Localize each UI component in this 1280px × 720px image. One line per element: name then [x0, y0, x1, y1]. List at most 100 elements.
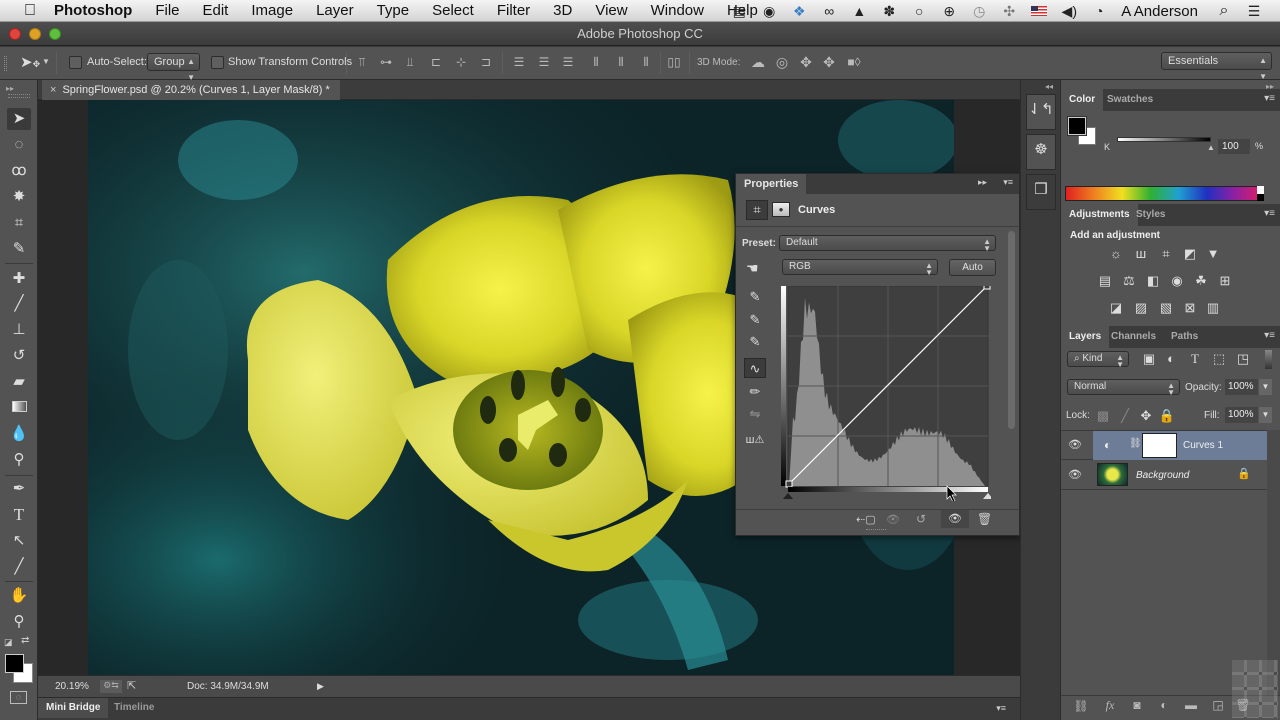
tab-timeline[interactable]: Timeline — [106, 698, 162, 718]
accessibility-icon[interactable]: ⊕ — [941, 3, 957, 20]
black-point-eyedropper-icon[interactable]: ✎ — [744, 287, 766, 307]
k-slider-thumb[interactable]: ▲ — [1207, 143, 1215, 152]
crop-tool-icon[interactable]: ⌗ — [7, 212, 31, 234]
apple-logo-icon[interactable]:  — [20, 2, 40, 20]
clone-stamp-tool-icon[interactable]: ⊥ — [7, 319, 31, 341]
workspace-dropdown[interactable]: Essentials ▲ ▼ — [1161, 52, 1272, 81]
fill-value[interactable]: 100% — [1225, 407, 1258, 423]
document-tab[interactable]: × SpringFlower.psd @ 20.2% (Curves 1, Lay… — [42, 80, 340, 100]
swap-colors-icon[interactable]: ⇄ — [21, 635, 29, 646]
brush-tool-icon[interactable]: ╱ — [7, 293, 31, 315]
pen-tool-icon[interactable]: ✒ — [7, 478, 31, 500]
history-brush-tool-icon[interactable]: ↺ — [7, 345, 31, 367]
reset-adjustment-icon[interactable]: ↺ — [916, 512, 926, 526]
path-selection-tool-icon[interactable]: ↖ — [7, 530, 31, 552]
white-point-eyedropper-icon[interactable]: ✎ — [744, 332, 766, 352]
layer-mask-thumbnail[interactable] — [1142, 433, 1177, 458]
clipping-warning-icon[interactable]: ш⚠ — [744, 430, 766, 450]
menu-edit[interactable]: Edit — [203, 2, 229, 19]
smooth-curve-icon[interactable]: ⇋ — [744, 404, 766, 424]
blur-tool-icon[interactable]: 💧 — [7, 423, 31, 445]
adjustments-menu-icon[interactable]: ▾≡ — [1264, 208, 1275, 219]
layer-visibility-eye-icon[interactable]: 👁 — [1067, 468, 1083, 481]
eyedropper-tool-icon[interactable]: ✎ — [7, 238, 31, 260]
lasso-tool-icon[interactable]: ꝏ — [7, 160, 31, 182]
3d-roll-icon[interactable]: ◎ — [775, 55, 789, 69]
levels-icon[interactable]: ш — [1131, 246, 1151, 262]
gradient-map-icon[interactable]: ▥ — [1203, 300, 1223, 316]
3d-panel-icon[interactable]: ❒ — [1026, 174, 1056, 210]
move-tool-preset-icon[interactable]: ➤✥ — [20, 53, 40, 71]
properties-scrollbar[interactable] — [1008, 231, 1015, 429]
minimize-window-button[interactable] — [29, 28, 41, 40]
navigator-panel-icon[interactable]: ☸ — [1026, 134, 1056, 170]
user-name[interactable]: A Anderson — [1121, 3, 1198, 20]
menu-app-photoshop[interactable]: Photoshop — [54, 2, 132, 19]
3d-rotate-icon[interactable]: ☁ — [751, 55, 765, 69]
resize-handle[interactable] — [866, 529, 886, 533]
color-panel-menu-icon[interactable]: ▾≡ — [1264, 93, 1275, 104]
layer-name[interactable]: Curves 1 — [1183, 440, 1223, 451]
align-horizontal-center-icon[interactable]: ⊹ — [454, 55, 468, 69]
layer-visibility-eye-icon[interactable]: 👁 — [1067, 438, 1083, 451]
render-settings-icon[interactable]: ⚙⇆ — [100, 680, 122, 693]
lock-position-icon[interactable]: ✥ — [1136, 408, 1156, 424]
zoom-level[interactable]: 20.19% — [55, 681, 89, 692]
layer-style-fx-icon[interactable]: fx — [1101, 698, 1119, 713]
lock-transparent-icon[interactable]: ▩ — [1093, 408, 1113, 424]
notification-center-icon[interactable]: ☰ — [1246, 3, 1262, 20]
gradient-tool-icon[interactable] — [7, 397, 31, 419]
distribute-vertical-center-icon[interactable]: ☰ — [537, 55, 551, 69]
curves-graph[interactable] — [781, 286, 991, 501]
eraser-tool-icon[interactable]: ▰ — [7, 371, 31, 393]
show-transform-checkbox[interactable] — [211, 56, 224, 69]
move-tool-icon[interactable]: ➤ — [7, 108, 31, 130]
add-mask-icon[interactable]: ◙ — [1128, 698, 1146, 712]
fill-dropdown[interactable]: ▼ — [1259, 407, 1272, 423]
menu-image[interactable]: Image — [251, 2, 293, 19]
filter-type-icon[interactable]: T — [1185, 351, 1205, 367]
properties-menu-icon[interactable]: ▾≡ — [1003, 177, 1013, 188]
menu-3d[interactable]: 3D — [553, 2, 572, 19]
filter-shape-icon[interactable]: ⬚ — [1209, 351, 1229, 367]
clip-to-layer-icon[interactable]: ⇠▢ — [856, 513, 876, 526]
color-balance-icon[interactable]: ⚖ — [1119, 273, 1139, 289]
opacity-value[interactable]: 100% — [1225, 379, 1258, 395]
channel-dropdown[interactable]: RGB ▲ ▼ — [782, 259, 938, 277]
mask-link-icon[interactable]: ⛓ — [1129, 438, 1142, 449]
distribute-left-icon[interactable]: ⫴ — [589, 55, 603, 69]
color-lookup-icon[interactable]: ⊞ — [1215, 273, 1235, 289]
tool-preset-dropdown[interactable]: ▼ — [42, 57, 50, 66]
channel-mixer-icon[interactable]: ☘ — [1191, 273, 1211, 289]
photo-filter-icon[interactable]: ◉ — [1167, 273, 1187, 289]
tab-swatches[interactable]: Swatches — [1099, 89, 1161, 111]
new-group-icon[interactable]: ▬ — [1182, 698, 1200, 712]
tab-styles[interactable]: Styles — [1128, 204, 1173, 226]
auto-select-checkbox[interactable] — [69, 56, 82, 69]
properties-tab[interactable]: Properties — [736, 174, 807, 194]
layer-name[interactable]: Background — [1136, 470, 1189, 481]
menu-window[interactable]: Window — [651, 2, 704, 19]
color-spectrum-ramp[interactable] — [1065, 186, 1264, 201]
close-window-button[interactable] — [9, 28, 21, 40]
tab-channels[interactable]: Channels — [1103, 326, 1164, 348]
menu-view[interactable]: View — [595, 2, 627, 19]
layer-row-curves-1[interactable]: 👁 ◐ ⛓ Curves 1 — [1061, 431, 1267, 460]
align-vertical-center-icon[interactable]: ⊶ — [379, 55, 393, 69]
threshold-icon[interactable]: ▧ — [1156, 300, 1176, 316]
history-panel-icon[interactable]: ⇃↰ — [1026, 94, 1056, 130]
invert-icon[interactable]: ◪ — [1106, 300, 1126, 316]
toolbox-collapse-icon[interactable]: ▸▸ — [6, 84, 14, 93]
targeted-adjustment-hand-icon[interactable]: ☚ — [746, 260, 759, 277]
filter-adjustment-icon[interactable]: ◐ — [1161, 351, 1181, 367]
zoom-window-button[interactable] — [49, 28, 61, 40]
status-menu-arrow-icon[interactable]: ▶ — [317, 681, 324, 692]
menu-file[interactable]: File — [155, 2, 179, 19]
marquee-tool-icon[interactable]: ◌ — [7, 134, 31, 156]
knob-icon[interactable]: ◉ — [761, 3, 777, 20]
bell-icon[interactable]: ▲ — [851, 3, 867, 19]
delete-adjustment-icon[interactable]: 🗑 — [977, 512, 992, 526]
tab-adjustments[interactable]: Adjustments — [1061, 204, 1138, 226]
bottom-panel-menu-icon[interactable]: ▾≡ — [996, 703, 1006, 714]
dodge-tool-icon[interactable]: ⚲ — [7, 449, 31, 471]
